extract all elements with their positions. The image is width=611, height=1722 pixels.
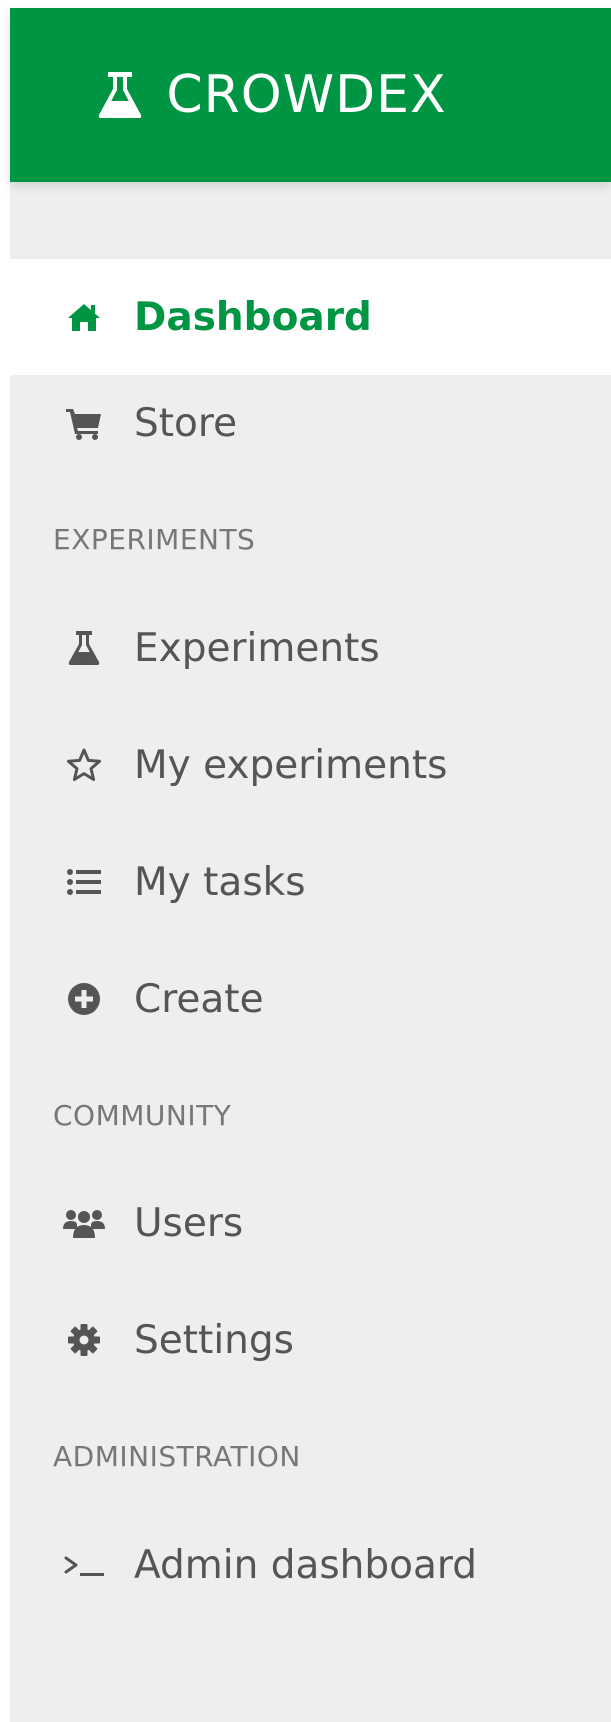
home-icon (62, 295, 106, 339)
sidebar: CROWDEX Dashboard Store EXPERIMENTS Expe… (10, 8, 611, 1722)
star-icon (62, 743, 106, 787)
terminal-icon (62, 1543, 106, 1587)
section-experiments-title: EXPERIMENTS (53, 523, 256, 556)
section-administration-title: ADMINISTRATION (53, 1440, 301, 1473)
flask-icon (62, 626, 106, 670)
brand-header[interactable]: CROWDEX (10, 8, 611, 182)
menu-item-label: Admin dashboard (134, 1542, 478, 1588)
menu-item-experiments[interactable]: Experiments (10, 590, 611, 706)
menu-item-label: Experiments (134, 625, 380, 671)
menu-item-label: My experiments (134, 742, 448, 788)
menu-item-users[interactable]: Users (10, 1165, 611, 1281)
menu-item-label: Settings (134, 1317, 294, 1363)
menu-item-dashboard[interactable]: Dashboard (10, 259, 611, 375)
menu-item-my-experiments[interactable]: My experiments (10, 707, 611, 823)
gear-icon (62, 1318, 106, 1362)
brand-name: CROWDEX (166, 65, 447, 125)
menu-item-settings[interactable]: Settings (10, 1282, 611, 1398)
menu-item-admin-dashboard[interactable]: Admin dashboard (10, 1507, 611, 1623)
menu-item-label: Dashboard (134, 294, 372, 340)
plus-circle-icon (62, 977, 106, 1021)
menu-item-label: My tasks (134, 859, 306, 905)
list-icon (62, 860, 106, 904)
brand-logo: CROWDEX (94, 65, 446, 125)
menu-item-store[interactable]: Store (10, 365, 611, 481)
menu-item-label: Store (134, 400, 238, 446)
cart-icon (62, 401, 106, 445)
menu-item-label: Users (134, 1200, 244, 1246)
section-community-title: COMMUNITY (53, 1099, 232, 1132)
menu-item-label: Create (134, 976, 264, 1022)
menu-item-my-tasks[interactable]: My tasks (10, 824, 611, 940)
users-icon (62, 1201, 106, 1245)
page: CROWDEX Dashboard Store EXPERIMENTS Expe… (0, 0, 611, 1722)
menu-item-create[interactable]: Create (10, 941, 611, 1057)
flask-icon (99, 72, 142, 118)
